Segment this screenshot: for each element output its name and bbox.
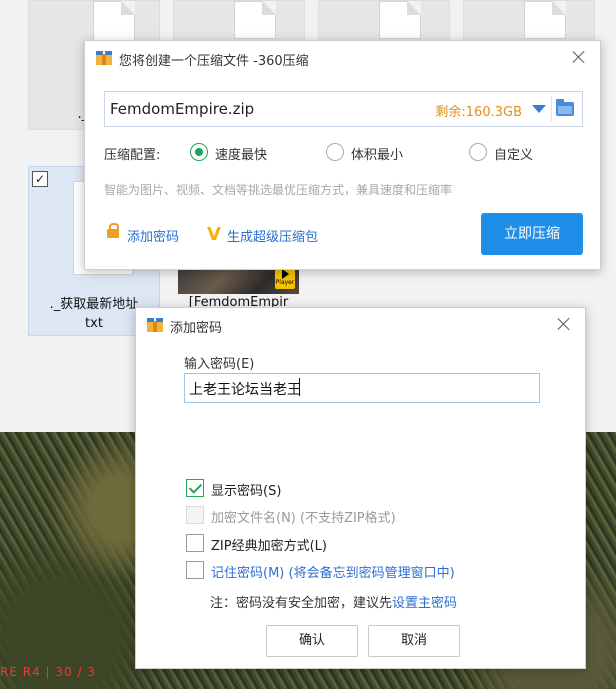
- dialog-titlebar[interactable]: 添加密码: [136, 308, 585, 342]
- compression-hint: 智能为图片、视频、文档等挑选最优压缩方式，兼具速度和压缩率: [104, 183, 453, 197]
- close-icon[interactable]: [555, 315, 573, 333]
- checkbox-icon: [186, 561, 204, 579]
- add-password-dialog: 添加密码 输入密码(E) 上老王论坛当老王 显示密码(S) 加密文件名(N) (…: [135, 307, 586, 669]
- radio-icon: [326, 143, 344, 161]
- lock-icon: [107, 223, 119, 238]
- password-input-label: 输入密码(E): [184, 357, 255, 372]
- password-value: 上老王论坛当老王: [189, 382, 301, 398]
- video-caption: RE R4 | 30 / 3: [0, 665, 96, 679]
- set-master-password-link[interactable]: 设置主密码: [392, 596, 457, 611]
- file-icon: [234, 1, 276, 39]
- divider: [551, 96, 552, 122]
- radio-label: 自定义: [494, 148, 534, 163]
- dialog-titlebar[interactable]: 您将创建一个压缩文件 -360压缩: [85, 41, 600, 75]
- folder-icon[interactable]: [556, 99, 574, 116]
- app-box-icon: [147, 318, 163, 332]
- file-icon: [379, 1, 421, 39]
- file-tile[interactable]: [318, 0, 450, 42]
- checkbox-label: 记住密码(M) (将会备忘到密码管理窗口中): [211, 566, 455, 581]
- checkbox-label: 加密文件名(N) (不支持ZIP格式): [211, 511, 396, 526]
- config-label: 压缩配置:: [104, 148, 161, 163]
- compress-now-button[interactable]: 立即压缩: [481, 213, 583, 255]
- chevron-down-icon[interactable]: [532, 105, 546, 113]
- radio-selected-icon: [190, 143, 208, 161]
- file-tile[interactable]: [463, 0, 595, 42]
- text-caret: [299, 378, 300, 396]
- security-note-text: 注：密码没有安全加密，建议先: [210, 596, 393, 611]
- checkbox-icon: [186, 506, 204, 524]
- radio-label: 速度最快: [215, 148, 268, 163]
- checkbox-label: ZIP经典加密方式(L): [211, 539, 327, 554]
- radio-icon: [469, 143, 487, 161]
- super-pack-label: 生成超级压缩包: [227, 230, 319, 245]
- dialog-title: 添加密码: [170, 321, 223, 336]
- compress-dialog: 您将创建一个压缩文件 -360压缩 FemdomEmpire.zip 剩余:16…: [84, 40, 601, 270]
- app-box-icon: [96, 51, 112, 65]
- checkbox-label: 显示密码(S): [211, 484, 282, 499]
- checkbox-checked-icon: [186, 479, 204, 497]
- filename-value[interactable]: FemdomEmpire.zip: [110, 100, 254, 118]
- ok-button[interactable]: 确认: [266, 625, 358, 657]
- security-note: 注：密码没有安全加密，建议先设置主密码: [210, 592, 457, 611]
- dialog-title: 您将创建一个压缩文件 -360压缩: [119, 54, 309, 69]
- radio-label: 体积最小: [351, 148, 404, 163]
- filename-field[interactable]: FemdomEmpire.zip 剩余:160.3GB: [104, 91, 583, 127]
- password-input[interactable]: 上老王论坛当老王: [184, 373, 540, 403]
- file-tile[interactable]: [173, 0, 305, 42]
- add-password-label: 添加密码: [127, 230, 180, 245]
- file-select-checkbox[interactable]: ✓: [32, 171, 48, 187]
- close-icon[interactable]: [570, 48, 588, 66]
- v-icon: V: [207, 224, 221, 245]
- checkbox-icon: [186, 534, 204, 552]
- free-space-label: 剩余:160.3GB: [435, 105, 522, 120]
- file-icon: [524, 1, 566, 39]
- cancel-button[interactable]: 取消: [368, 625, 460, 657]
